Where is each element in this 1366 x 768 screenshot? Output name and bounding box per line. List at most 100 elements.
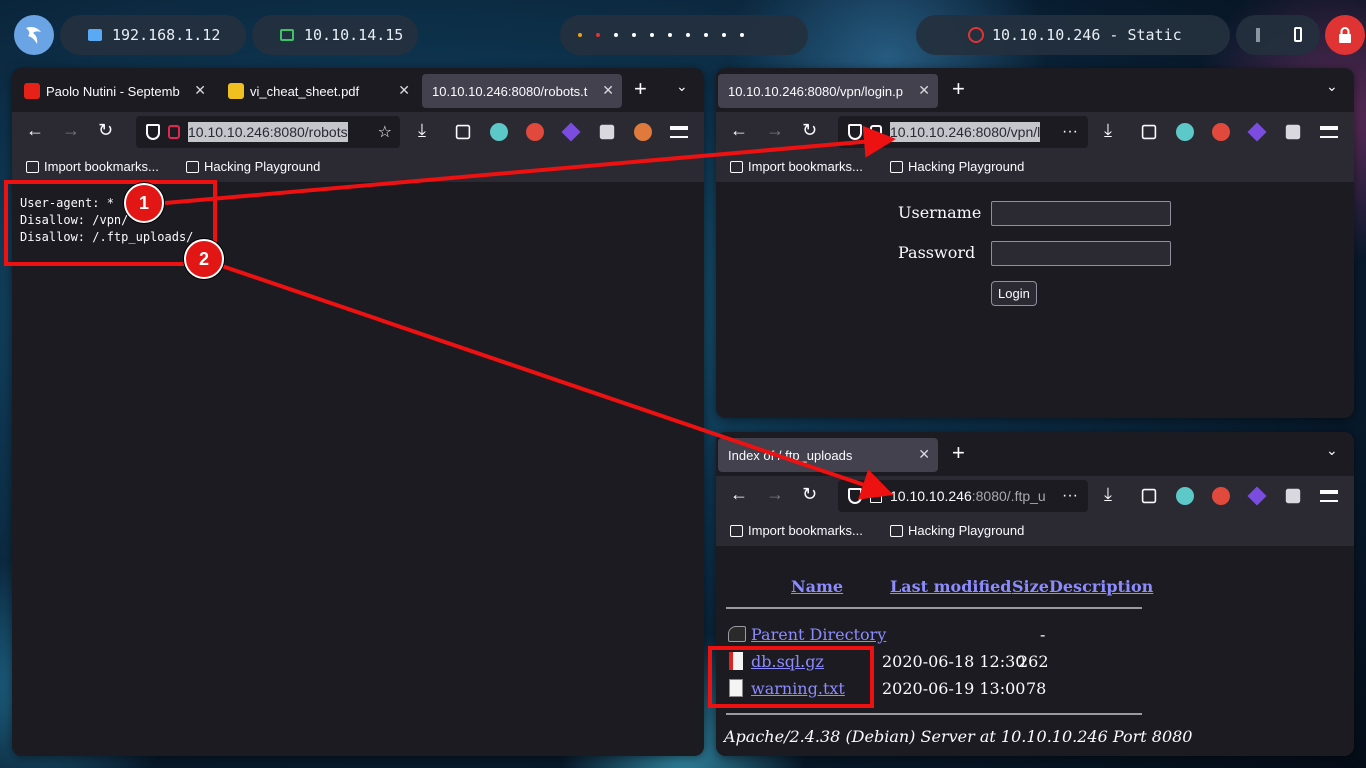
page-icon[interactable] <box>870 489 882 503</box>
url-bar[interactable]: 10.10.10.246:8080/vpn/l ··· <box>838 116 1088 148</box>
workspace-dot[interactable] <box>596 33 600 37</box>
tab-robots[interactable]: 10.10.10.246:8080/robots.t ✕ <box>422 74 622 108</box>
chevron-down-icon[interactable]: ⌄ <box>1326 78 1338 95</box>
tab-pdf[interactable]: vi_cheat_sheet.pdf ✕ <box>218 74 418 108</box>
workspace-dot[interactable] <box>668 33 672 37</box>
hamburger-menu-icon[interactable] <box>1320 490 1338 502</box>
lock-icon[interactable] <box>870 125 882 139</box>
page-content: User-agent: * Disallow: /vpn/Disallow: /.… <box>12 182 704 756</box>
downloads-icon[interactable]: ⤓ <box>1104 484 1122 504</box>
password-input[interactable] <box>991 241 1171 266</box>
santa-icon[interactable] <box>1212 487 1230 505</box>
santa-icon[interactable] <box>526 123 544 141</box>
reload-icon[interactable]: ↻ <box>802 120 817 141</box>
username-input[interactable] <box>991 201 1171 226</box>
column-header-size[interactable]: Size <box>1012 577 1049 596</box>
chevron-down-icon[interactable]: ⌄ <box>1326 442 1338 459</box>
gem-icon[interactable] <box>1247 486 1267 506</box>
downloads-icon[interactable]: ⤓ <box>1104 120 1122 140</box>
agent-icon[interactable] <box>1176 123 1194 141</box>
workspace-dot[interactable] <box>632 33 636 37</box>
tab-youtube[interactable]: Paolo Nutini - Septemb ✕ <box>14 74 214 108</box>
url-text[interactable]: 10.10.10.246:8080/.ftp_u <box>890 488 1046 504</box>
shield-icon[interactable] <box>146 124 160 140</box>
more-icon[interactable]: ··· <box>1062 123 1078 141</box>
workspace-dot[interactable] <box>650 33 654 37</box>
kali-menu-button[interactable] <box>14 15 54 55</box>
close-tab-icon[interactable]: ✕ <box>194 82 206 99</box>
import-bookmarks-link[interactable]: Import bookmarks... <box>730 159 863 174</box>
import-bookmarks-link[interactable]: Import bookmarks... <box>730 523 863 538</box>
forward-icon[interactable]: → <box>62 120 80 141</box>
pepper-icon[interactable] <box>634 123 652 141</box>
hamburger-menu-icon[interactable] <box>670 126 688 138</box>
close-tab-icon[interactable]: ✕ <box>398 82 410 99</box>
gem-icon[interactable] <box>1247 122 1267 142</box>
close-tab-icon[interactable]: ✕ <box>918 446 930 463</box>
more-icon[interactable]: ··· <box>1062 487 1078 505</box>
battery-icon[interactable] <box>1294 27 1302 42</box>
import-bookmarks-link[interactable]: Import bookmarks... <box>26 159 159 174</box>
cookie-icon[interactable] <box>599 124 615 140</box>
lock-screen-button[interactable] <box>1325 15 1365 55</box>
shield-icon[interactable] <box>848 488 862 504</box>
downloads-icon[interactable]: ⤓ <box>418 120 436 140</box>
folder-label: Hacking Playground <box>204 159 321 174</box>
workspace-dot[interactable] <box>740 33 744 37</box>
tab-ftp-uploads[interactable]: Index of / ftp_uploads ✕ <box>718 438 938 472</box>
file-size: 262 <box>1018 652 1049 671</box>
column-header-name[interactable]: Name <box>791 577 843 596</box>
santa-icon[interactable] <box>1212 123 1230 141</box>
new-tab-icon[interactable]: + <box>952 440 965 466</box>
tab-vpn-login[interactable]: 10.10.10.246:8080/vpn/login.p ✕ <box>718 74 938 108</box>
gem-icon[interactable] <box>561 122 581 142</box>
back-icon[interactable]: ← <box>730 120 748 141</box>
url-path: :8080/.ftp_u <box>971 488 1046 504</box>
column-header-modified[interactable]: Last modified <box>890 577 1011 596</box>
shield-icon[interactable] <box>848 124 862 140</box>
workspace-switcher[interactable] <box>560 15 808 55</box>
reload-icon[interactable]: ↻ <box>98 120 113 141</box>
bookmark-folder-hacking[interactable]: Hacking Playground <box>890 523 1024 538</box>
chevron-down-icon[interactable]: ⌄ <box>676 78 688 95</box>
back-icon[interactable]: ← <box>26 120 44 141</box>
url-bar[interactable]: 10.10.10.246:8080/robots ☆ <box>136 116 400 148</box>
volume-muted-icon[interactable] <box>1256 28 1270 42</box>
workspace-dot[interactable] <box>704 33 708 37</box>
url-text[interactable]: 10.10.10.246:8080/vpn/l <box>890 122 1041 142</box>
workspace-dot[interactable] <box>722 33 726 37</box>
forward-icon[interactable]: → <box>766 484 784 505</box>
forward-icon[interactable]: → <box>766 120 784 141</box>
workspace-dot[interactable] <box>686 33 690 37</box>
close-tab-icon[interactable]: ✕ <box>602 82 614 99</box>
new-tab-icon[interactable]: + <box>952 76 965 102</box>
cookie-icon[interactable] <box>1285 488 1301 504</box>
workspace-dot[interactable] <box>578 33 582 37</box>
cookie-icon[interactable] <box>1285 124 1301 140</box>
hamburger-menu-icon[interactable] <box>1320 126 1338 138</box>
agent-icon[interactable] <box>490 123 508 141</box>
extensions-icon[interactable] <box>455 124 471 140</box>
login-button[interactable]: Login <box>991 281 1037 306</box>
url-bar[interactable]: 10.10.10.246:8080/.ftp_u ··· <box>838 480 1088 512</box>
vpn-ip-widget[interactable]: 10.10.14.15 <box>252 15 418 55</box>
agent-icon[interactable] <box>1176 487 1194 505</box>
insecure-lock-icon[interactable] <box>168 125 180 139</box>
star-icon[interactable]: ☆ <box>378 122 392 142</box>
reload-icon[interactable]: ↻ <box>802 484 817 505</box>
back-icon[interactable]: ← <box>730 484 748 505</box>
close-tab-icon[interactable]: ✕ <box>918 82 930 99</box>
column-header-description[interactable]: Description <box>1049 577 1153 596</box>
workspace-dot[interactable] <box>614 33 618 37</box>
local-ip-widget[interactable]: 192.168.1.12 <box>60 15 246 55</box>
bookmark-folder-hacking[interactable]: Hacking Playground <box>186 159 320 174</box>
extensions-icon[interactable] <box>1141 124 1157 140</box>
extensions-icon[interactable] <box>1141 488 1157 504</box>
system-tray[interactable] <box>1236 15 1320 55</box>
folder-icon <box>186 160 199 173</box>
bookmark-folder-hacking[interactable]: Hacking Playground <box>890 159 1024 174</box>
new-tab-icon[interactable]: + <box>634 76 647 102</box>
target-ip-widget[interactable]: 10.10.10.246 - Static <box>916 15 1230 55</box>
parent-directory-link[interactable]: Parent Directory <box>751 625 886 644</box>
url-text[interactable]: 10.10.10.246:8080/robots <box>188 122 348 142</box>
